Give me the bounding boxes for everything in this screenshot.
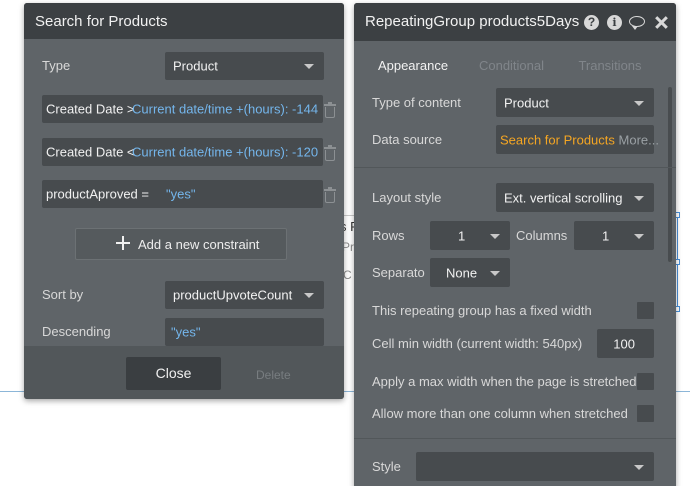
chevron-down-icon (490, 233, 500, 239)
layout-style-value: Ext. vertical scrolling (504, 190, 623, 205)
style-label: Style (372, 459, 401, 474)
trash-icon[interactable] (324, 102, 336, 118)
separator-label: Separato (372, 265, 425, 280)
columns-label: Columns (516, 228, 568, 243)
search-panel-footer: Close Delete (24, 346, 344, 399)
more-columns-checkbox[interactable] (637, 405, 654, 422)
type-of-content-label: Type of content (372, 95, 461, 110)
fixed-width-label: This repeating group has a fixed width (372, 303, 592, 318)
plus-icon (116, 236, 130, 250)
max-width-checkbox[interactable] (637, 373, 654, 390)
close-icon[interactable] (654, 15, 669, 30)
columns-dropdown[interactable]: 1 (574, 221, 654, 250)
comment-icon[interactable] (629, 15, 646, 30)
cell-min-width-label: Cell min width (current width: 540px) (372, 336, 583, 351)
more-columns-label: Allow more than one column when stretche… (372, 406, 628, 421)
layout-style-label: Layout style (372, 190, 442, 205)
search-products-panel: Search for Products Type Product Created… (24, 3, 344, 399)
type-dropdown-value: Product (173, 58, 218, 74)
tab-transitions-label: Transitions (578, 58, 642, 73)
tab-appearance[interactable]: Appearance (364, 48, 462, 83)
cell-min-width-value: 100 (613, 336, 635, 351)
repeating-group-panel: RepeatingGroup products5Days ? i Appeara… (354, 3, 676, 486)
trash-icon[interactable] (324, 145, 336, 161)
sort-by-label: Sort by (42, 287, 84, 302)
type-of-content-value: Product (504, 95, 549, 110)
scrollbar[interactable] (668, 87, 672, 262)
constraint-field: Created Date < (46, 144, 135, 160)
data-source-input[interactable]: Search for Products More... (496, 125, 659, 154)
chevron-down-icon (490, 270, 500, 276)
constraint-field: Created Date > (46, 101, 135, 117)
style-dropdown[interactable] (416, 452, 654, 481)
trash-icon[interactable] (324, 187, 336, 203)
sort-by-value: productUpvoteCount (173, 287, 293, 303)
tab-transitions[interactable]: Transitions (566, 48, 654, 83)
canvas-text-fragment: C (343, 268, 352, 282)
chevron-down-icon (634, 464, 644, 470)
info-icon[interactable]: i (607, 15, 622, 30)
chevron-down-icon (304, 64, 314, 69)
constraint-value[interactable]: "yes" (166, 187, 195, 202)
constraint-value[interactable]: Current date/time +(hours): -120 (132, 145, 318, 160)
constraint-row[interactable]: Created Date < Current date/time +(hours… (42, 138, 323, 166)
cell-min-width-input[interactable]: 100 (597, 329, 654, 358)
divider (354, 167, 676, 168)
rg-panel-title: RepeatingGroup products5Days (365, 13, 580, 30)
type-of-content-dropdown[interactable]: Product (496, 88, 654, 117)
descending-label: Descending (42, 324, 111, 339)
close-button-label: Close (155, 365, 192, 381)
data-source-value: Search for Products More... (500, 132, 659, 147)
tab-appearance-label: Appearance (377, 58, 449, 73)
max-width-label: Apply a max width when the page is stret… (372, 374, 637, 389)
data-source-more[interactable]: More... (619, 132, 659, 147)
type-dropdown[interactable]: Product (165, 52, 324, 80)
search-panel-title: Search for Products (35, 13, 168, 30)
constraint-field: productAproved = (46, 186, 149, 202)
sort-by-dropdown[interactable]: productUpvoteCount (165, 281, 324, 309)
data-source-label: Data source (372, 132, 443, 147)
constraint-row[interactable]: productAproved = "yes" (42, 180, 323, 208)
chevron-down-icon (634, 195, 644, 201)
constraint-row[interactable]: Created Date > Current date/time +(hours… (42, 95, 323, 123)
separator-value: None (446, 265, 478, 280)
constraint-value[interactable]: Current date/time +(hours): -144 (132, 102, 318, 117)
fixed-width-checkbox[interactable] (637, 302, 654, 319)
tab-conditional-label: Conditional (478, 58, 545, 73)
tab-conditional[interactable]: Conditional (469, 48, 554, 83)
add-constraint-button[interactable]: Add a new constraint (75, 228, 287, 260)
search-panel-header[interactable]: Search for Products (24, 3, 344, 39)
chevron-down-icon (634, 100, 644, 106)
add-constraint-label: Add a new constraint (138, 237, 260, 252)
descending-value: "yes" (171, 324, 201, 340)
delete-button[interactable]: Delete (256, 368, 291, 382)
chevron-down-icon (304, 293, 314, 298)
rows-label: Rows (372, 228, 405, 243)
layout-style-dropdown[interactable]: Ext. vertical scrolling (496, 183, 654, 212)
rows-value: 1 (458, 228, 466, 243)
rows-dropdown[interactable]: 1 (430, 221, 510, 250)
rg-panel-header[interactable]: RepeatingGroup products5Days ? i (354, 3, 676, 41)
divider (354, 438, 676, 439)
type-label: Type (42, 58, 71, 73)
help-icon[interactable]: ? (584, 15, 599, 30)
chevron-down-icon (634, 233, 644, 239)
data-source-expression[interactable]: Search for Products (500, 132, 615, 147)
close-button[interactable]: Close (126, 357, 221, 390)
descending-input[interactable]: "yes" (165, 318, 324, 346)
columns-value: 1 (602, 228, 610, 243)
separator-dropdown[interactable]: None (430, 258, 510, 287)
